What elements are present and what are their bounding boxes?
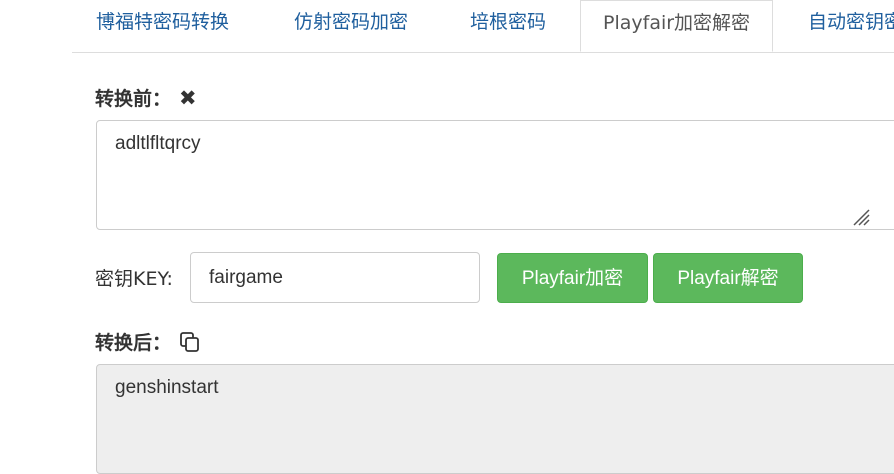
tab-autokey[interactable]: 自动密钥密	[808, 0, 894, 45]
output-label-row: 转换后：	[95, 328, 201, 355]
tab-bacon[interactable]: 培根密码	[470, 0, 546, 45]
close-icon[interactable]: ✖	[179, 86, 197, 110]
playfair-decrypt-button[interactable]: Playfair解密	[653, 253, 803, 303]
input-label-row: 转换前： ✖	[95, 84, 197, 111]
key-label: 密钥KEY:	[95, 268, 173, 290]
resize-grip-icon[interactable]	[850, 206, 870, 226]
tab-playfair[interactable]: Playfair加密解密	[580, 0, 774, 52]
tab-beaufort[interactable]: 博福特密码转换	[96, 0, 229, 45]
tab-bar: 博福特密码转换 仿射密码加密 培根密码 Playfair加密解密 自动密钥密	[72, 0, 894, 53]
output-label: 转换后：	[95, 332, 172, 354]
plaintext-textarea[interactable]: adltlfltqrcy	[96, 120, 894, 230]
copy-icon[interactable]	[179, 331, 201, 353]
key-input[interactable]: fairgame	[190, 252, 480, 303]
input-label: 转换前：	[95, 88, 172, 110]
tab-affine[interactable]: 仿射密码加密	[294, 0, 408, 45]
playfair-encrypt-button[interactable]: Playfair加密	[497, 253, 648, 303]
result-textarea[interactable]: genshinstart	[96, 364, 894, 474]
